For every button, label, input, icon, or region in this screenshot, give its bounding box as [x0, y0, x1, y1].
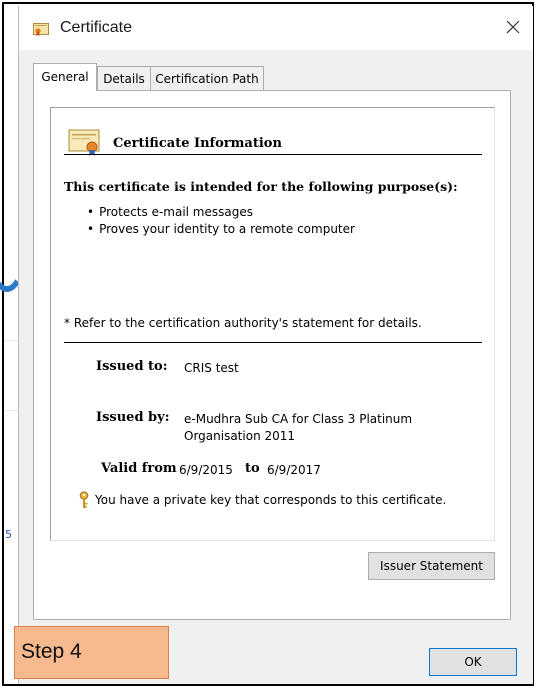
- tab-general[interactable]: General: [33, 63, 97, 91]
- issuer-statement-button[interactable]: Issuer Statement: [368, 552, 495, 580]
- ok-button[interactable]: OK: [429, 648, 517, 676]
- purpose-list: Protects e-mail messages Proves your ide…: [87, 204, 355, 238]
- certificate-info-box: Certificate Information This certificate…: [50, 107, 495, 541]
- divider: [64, 154, 482, 155]
- background-divider: [4, 410, 18, 411]
- valid-to-label: to: [245, 461, 260, 476]
- issued-to-label: Issued to:: [96, 359, 168, 374]
- key-icon: [79, 491, 89, 508]
- purpose-heading: This certificate is intended for the fol…: [64, 179, 458, 194]
- tab-certification-path[interactable]: Certification Path: [150, 66, 264, 90]
- valid-from-label: Valid from: [101, 461, 177, 476]
- background-divider: [4, 340, 18, 341]
- issued-by-label: Issued by:: [96, 410, 170, 425]
- background-text: 5: [5, 528, 12, 541]
- certificate-dialog: Certificate General Details Certificatio…: [18, 6, 533, 684]
- refer-note: * Refer to the certification authority's…: [64, 316, 422, 330]
- certificate-icon: [68, 129, 100, 156]
- certificate-icon: [33, 23, 49, 36]
- valid-from-value: 6/9/2015: [179, 463, 233, 477]
- title-bar: Certificate: [19, 6, 533, 50]
- list-item: Protects e-mail messages: [87, 204, 355, 221]
- issued-by-value-continued: Organisation 2011: [184, 429, 296, 443]
- step-label: Step 4: [14, 626, 169, 679]
- tab-details[interactable]: Details: [97, 66, 151, 90]
- close-icon: [506, 20, 520, 34]
- list-item: Proves your identity to a remote compute…: [87, 221, 355, 238]
- issued-by-value: e-Mudhra Sub CA for Class 3 Platinum: [184, 412, 413, 426]
- private-key-note: You have a private key that corresponds …: [95, 493, 447, 507]
- general-tab-panel: Certificate Information This certificate…: [33, 90, 511, 620]
- close-button[interactable]: [497, 12, 529, 42]
- window-title: Certificate: [60, 19, 133, 36]
- valid-to-value: 6/9/2017: [267, 463, 321, 477]
- info-title: Certificate Information: [113, 136, 282, 151]
- divider: [64, 342, 482, 343]
- issued-to-value: CRIS test: [184, 361, 239, 375]
